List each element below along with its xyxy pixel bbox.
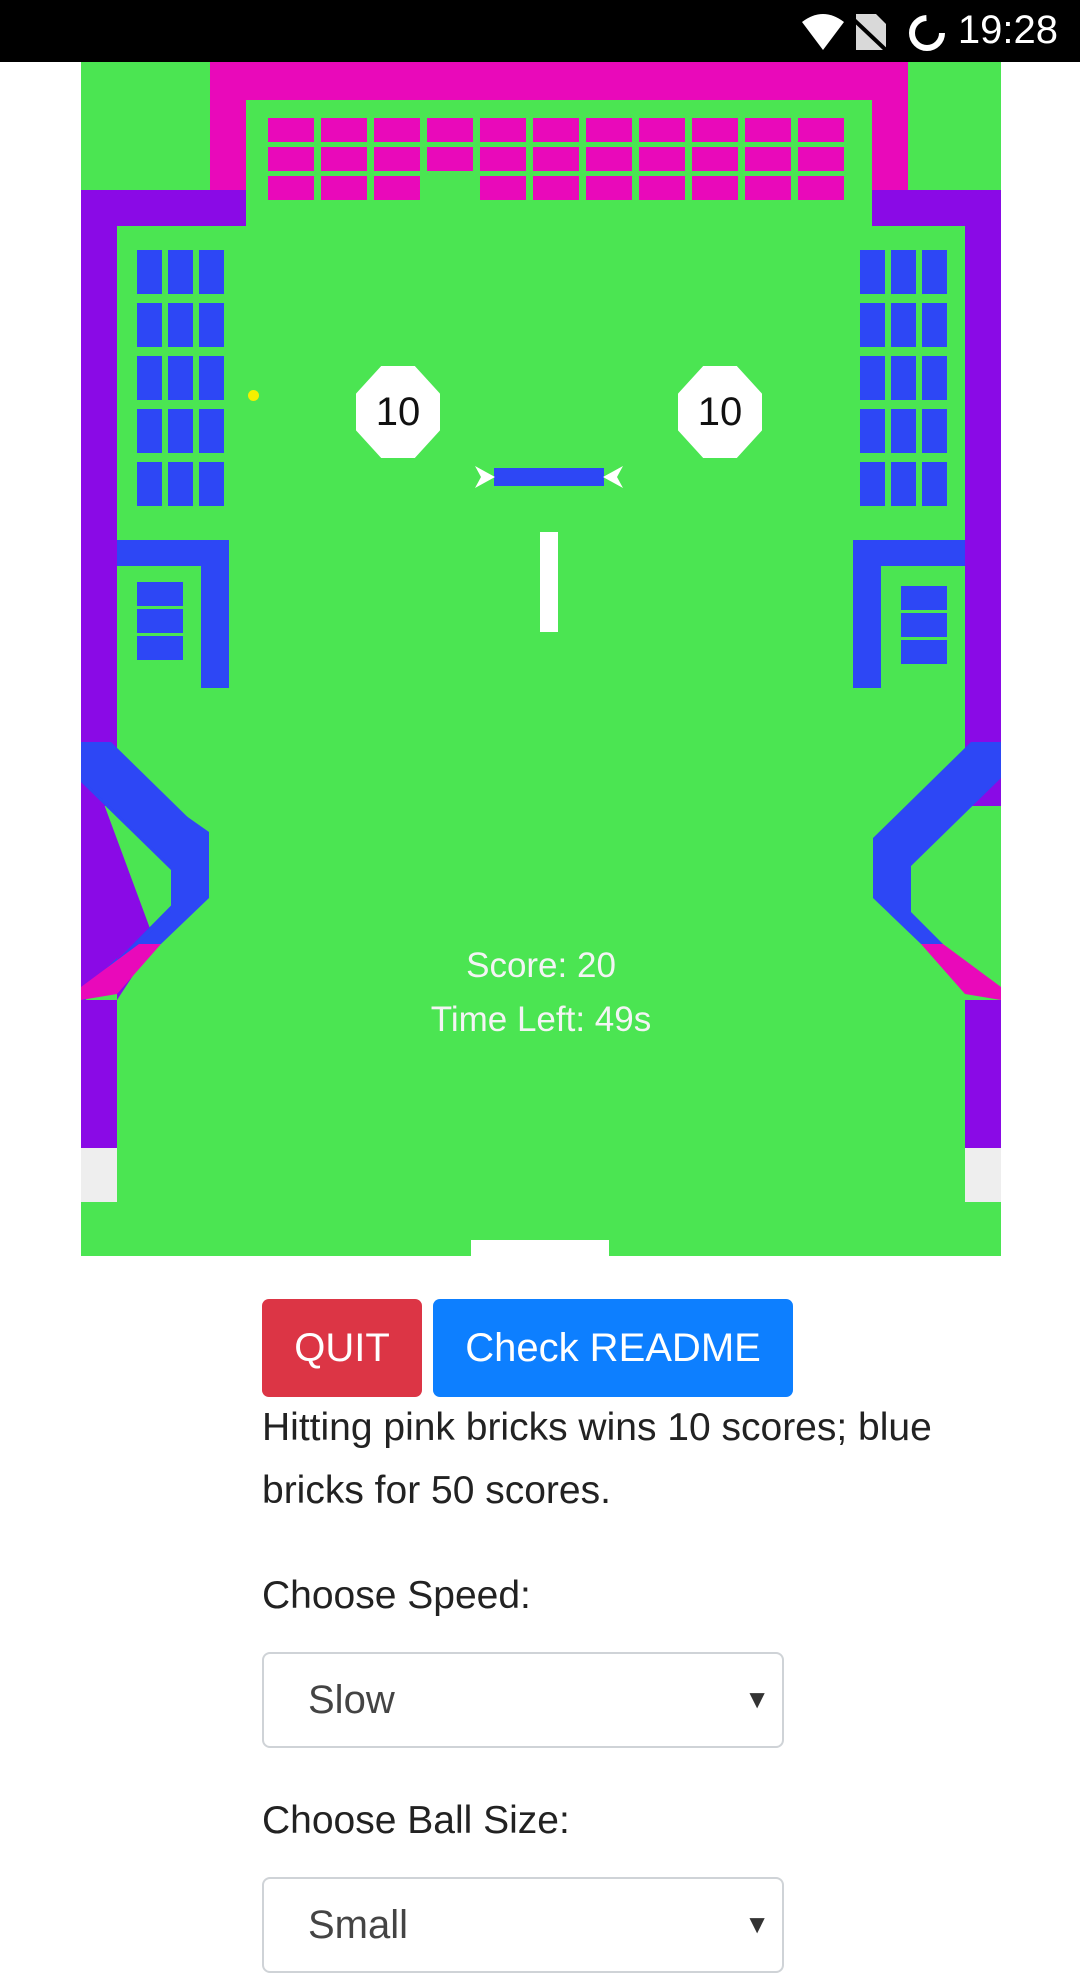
score-text: Score: 20 (466, 946, 616, 985)
speed-select[interactable]: Slow ▼ (262, 1652, 784, 1748)
game-board[interactable]: 10 10 Score: 20 Time Left: 49s (81, 62, 1001, 1256)
wifi-icon (802, 14, 844, 50)
ball (248, 390, 259, 401)
bumper-right-value: 10 (697, 389, 743, 434)
status-bar: 19:28 (0, 0, 1080, 62)
bottom-drain (471, 1240, 609, 1256)
arrow-right-icon (603, 466, 623, 488)
ball-size-label: Choose Ball Size: (262, 1799, 570, 1842)
check-readme-button[interactable]: Check README (433, 1299, 793, 1397)
chevron-down-icon: ▼ (744, 1684, 770, 1714)
loading-circle-icon (909, 15, 945, 51)
chevron-down-icon: ▼ (744, 1909, 770, 1939)
time-left-text: Time Left: 49s (430, 1000, 652, 1039)
center-bar (494, 468, 604, 486)
quit-button[interactable]: QUIT (262, 1299, 422, 1397)
lower-walls (81, 742, 1001, 1202)
arrow-left-icon (475, 466, 495, 488)
speed-label: Choose Speed: (262, 1574, 531, 1617)
speed-select-value: Slow (308, 1678, 395, 1722)
bumper-left-value: 10 (375, 389, 421, 434)
center-post (540, 532, 558, 632)
ball-size-select[interactable]: Small ▼ (262, 1877, 784, 1973)
ball-size-select-value: Small (308, 1903, 409, 1947)
instructions-text: Hitting pink bricks wins 10 scores; blue… (262, 1406, 932, 1512)
no-sim-icon (852, 14, 890, 52)
clock: 19:28 (957, 8, 1058, 52)
